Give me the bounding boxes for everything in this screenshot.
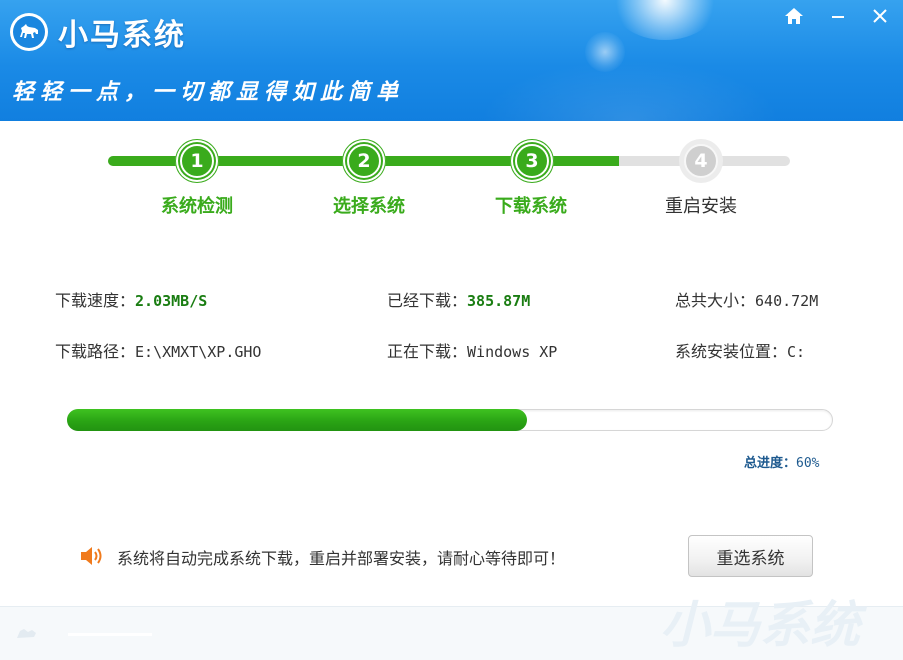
install-location-label: 系统安装位置： xyxy=(675,342,788,361)
downloaded-amount: 已经下载：385.87M xyxy=(387,287,530,311)
reselect-system-button[interactable]: 重选系统 xyxy=(688,535,813,577)
total-progress-label: 总进度： xyxy=(744,456,797,471)
download-speed: 下载速度：2.03MB/S xyxy=(55,287,207,311)
footer-divider xyxy=(68,633,152,636)
footer-logo-icon xyxy=(17,629,36,638)
step-2-circle: 2 xyxy=(342,139,386,183)
close-icon xyxy=(873,9,887,23)
total-size-label: 总共大小： xyxy=(675,291,756,310)
slogan: 轻轻一点，一切都显得如此简单 xyxy=(12,79,405,105)
header-glow xyxy=(585,32,625,72)
step-2-number: 2 xyxy=(347,144,381,178)
header-glow xyxy=(610,0,720,40)
total-size-value: 640.72M xyxy=(755,292,819,310)
home-icon xyxy=(785,8,803,24)
step-2-label: 选择系统 xyxy=(333,196,405,217)
download-path-label: 下载路径： xyxy=(55,342,136,361)
watermark-logo: 小马系统 xyxy=(660,596,868,654)
download-speed-label: 下载速度： xyxy=(55,291,136,310)
download-speed-value: 2.03MB/S xyxy=(135,292,208,310)
home-button[interactable] xyxy=(781,4,807,28)
total-progress: 总进度：60% xyxy=(744,452,820,471)
step-1-number: 1 xyxy=(180,144,214,178)
download-path: 下载路径：E:\XMXT\XP.GHO xyxy=(55,338,261,362)
step-3-label: 下载系统 xyxy=(495,196,567,217)
horse-logo-icon xyxy=(10,13,48,51)
close-button[interactable] xyxy=(867,4,893,28)
total-progress-value: 60% xyxy=(796,456,820,471)
downloaded-label: 已经下载： xyxy=(387,291,468,310)
step-1-circle: 1 xyxy=(175,139,219,183)
install-location: 系统安装位置：C: xyxy=(675,338,805,362)
downloaded-value: 385.87M xyxy=(467,292,531,310)
install-location-value: C: xyxy=(787,343,806,361)
speaker-icon xyxy=(81,547,102,565)
app-title: 小马系统 xyxy=(58,18,186,53)
header-glow xyxy=(480,60,780,121)
total-size: 总共大小：640.72M xyxy=(675,287,818,311)
step-1-label: 系统检测 xyxy=(161,196,233,217)
current-download: 正在下载：Windows XP xyxy=(387,338,557,362)
current-download-value: Windows XP xyxy=(467,343,558,361)
minimize-button[interactable] xyxy=(825,4,851,28)
step-3-number: 3 xyxy=(515,144,549,178)
step-4-circle: 4 xyxy=(679,139,723,183)
step-4-number: 4 xyxy=(684,144,718,178)
minimize-icon xyxy=(832,16,844,18)
step-3-circle: 3 xyxy=(510,139,554,183)
watermark-text: 小马系统 xyxy=(660,596,868,654)
title-bar: 小马系统 轻轻一点，一切都显得如此简单 xyxy=(0,0,903,121)
download-path-value: E:\XMXT\XP.GHO xyxy=(135,343,262,361)
step-4-label: 重启安装 xyxy=(665,196,737,217)
current-download-label: 正在下载： xyxy=(387,342,468,361)
progress-fill xyxy=(67,409,527,431)
notice-text: 系统将自动完成系统下载，重启并部署安装，请耐心等待即可！ xyxy=(117,549,566,568)
